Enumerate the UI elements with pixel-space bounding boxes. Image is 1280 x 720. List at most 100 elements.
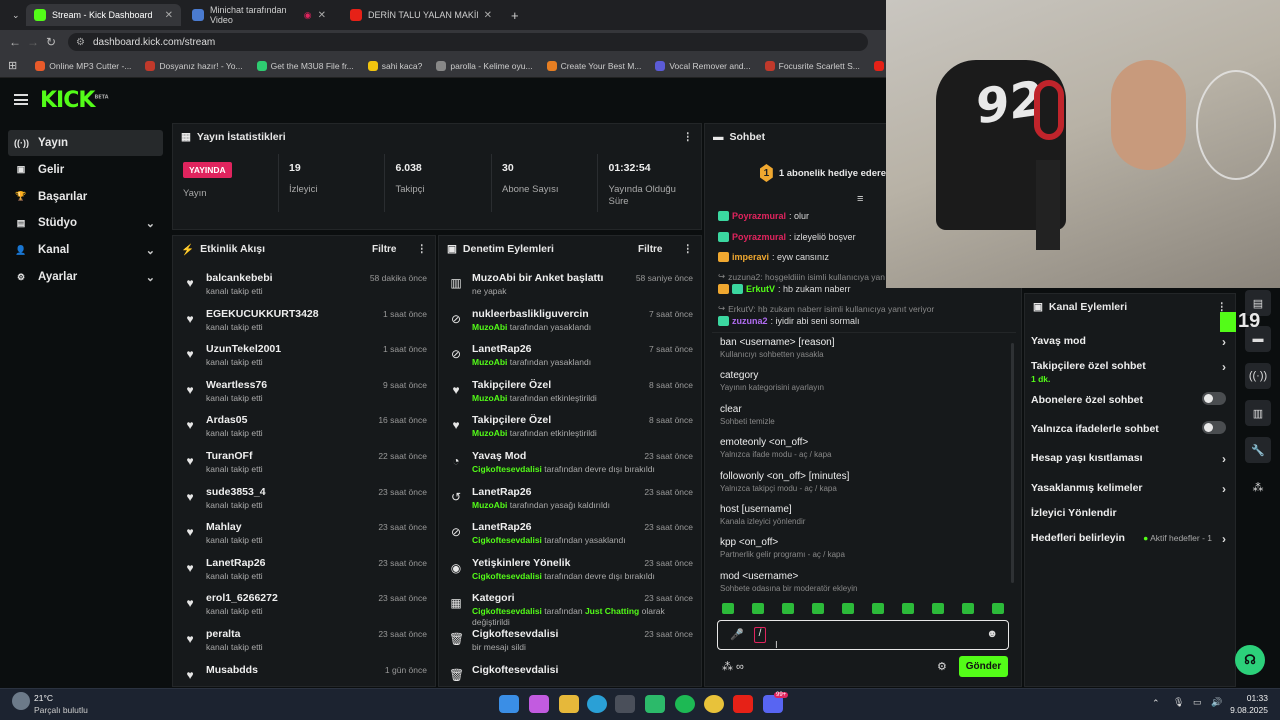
moderation-target[interactable]: LanetRap26: [472, 486, 532, 498]
moderation-target[interactable]: Kategori: [472, 592, 515, 604]
activity-row[interactable]: ♥ erol1_6266272 kanalı takip etti 23 saat ö…: [173, 588, 435, 624]
chat-input[interactable]: 🎤 / ☻: [717, 620, 1009, 650]
activity-row[interactable]: ♥ Ardas05 kanalı takip etti 16 saat önce: [173, 410, 435, 446]
emote-icon[interactable]: [842, 603, 854, 614]
moderator-name[interactable]: Cigkoftesevdalisi: [472, 606, 542, 616]
moderator-name[interactable]: Cigkoftesevdalisi: [472, 535, 542, 545]
chevron-down-icon[interactable]: ⌄: [146, 271, 155, 284]
chat-settings-icon[interactable]: ⚙: [937, 660, 947, 673]
moderation-row[interactable]: ▥ MuzoAbi bir Anket başlattı ne yapak 58 sa…: [439, 268, 701, 304]
browser-tab-youtube[interactable]: DERİN TALU YALAN MAKİNESİ ✕: [342, 4, 500, 26]
activity-row[interactable]: ♥ Mahlay kanalı takip etti 23 saat önce: [173, 517, 435, 553]
edge-icon[interactable]: [587, 695, 607, 713]
toggle-switch[interactable]: [1202, 421, 1226, 434]
moderator-name[interactable]: MuzoAbi: [472, 322, 507, 332]
clock-time[interactable]: 01:33: [1232, 693, 1268, 703]
moderation-target[interactable]: nukleerbaslikliguvercin: [472, 308, 589, 320]
activity-row[interactable]: ♥ TuranOFf kanalı takip etti 22 saat önce: [173, 446, 435, 482]
command-suggestion[interactable]: category Yayının kategorisini ayarlayın: [720, 370, 1010, 392]
emote-icon[interactable]: [782, 603, 794, 614]
moderator-name[interactable]: Cigkoftesevdalisi: [472, 464, 542, 474]
activity-row[interactable]: ♥ sude3853_4 kanalı takip etti 23 saat önce: [173, 482, 435, 518]
activity-row[interactable]: ♥ Musabdds 1 gün önce: [173, 660, 435, 686]
chevron-right-icon[interactable]: ›: [1222, 532, 1226, 546]
moderation-filter-button[interactable]: Filtre: [638, 244, 662, 255]
channel-action-row[interactable]: Takipçilere özel sohbet 1 dk. ›: [1031, 360, 1226, 384]
file-explorer-icon[interactable]: [559, 695, 579, 713]
bookmark-item[interactable]: Get the M3U8 File fr...: [251, 60, 360, 71]
activity-row[interactable]: ♥ peralta kanalı takip etti 23 saat önce: [173, 624, 435, 660]
chat-message[interactable]: ErkutV : hb zukam naberr: [718, 284, 851, 294]
store-icon[interactable]: [615, 695, 635, 713]
sidebar-item-kanal[interactable]: 👤 Kanal ⌄: [8, 237, 163, 263]
activity-username[interactable]: Mahlay: [206, 521, 242, 533]
youtube-icon[interactable]: [733, 695, 753, 713]
activity-username[interactable]: TuranOFf: [206, 450, 252, 462]
moderation-target[interactable]: Cigkoftesevdalisi: [472, 664, 558, 676]
moderation-row[interactable]: ⊘ nukleerbaslikliguvercin MuzoAbi tarafınd…: [439, 304, 701, 340]
rail-layout-button[interactable]: ▥: [1245, 400, 1271, 426]
chat-username[interactable]: zuzuna2: [732, 316, 768, 326]
reload-icon[interactable]: ↻: [42, 35, 60, 49]
back-icon[interactable]: ←: [6, 35, 24, 49]
sidebar-item-ayarlar[interactable]: ⚙ Ayarlar ⌄: [8, 264, 163, 290]
moderation-row[interactable]: ♥ Takipçilere Özel MuzoAbi tarafından etki…: [439, 410, 701, 446]
channel-action-row[interactable]: İzleyici Yönlendir: [1031, 507, 1226, 519]
bookmark-item[interactable]: sahi kaca?: [362, 60, 429, 71]
weather-temp[interactable]: 21°C: [34, 693, 53, 703]
close-icon[interactable]: ✕: [165, 10, 173, 21]
chat-message[interactable]: Poyrazmural: izleyeliö boşver: [718, 231, 856, 242]
channel-action-row[interactable]: Abonelere özel sohbet: [1031, 392, 1226, 406]
activity-username[interactable]: erol1_6266272: [206, 592, 278, 604]
command-suggestion[interactable]: host [username] Kanala izleyici yönlendir: [720, 504, 1010, 526]
pin-collapse-icon[interactable]: ≡: [857, 193, 863, 205]
tray-chevron-icon[interactable]: ⌃: [1152, 698, 1160, 709]
chat-username[interactable]: Poyrazmural: [732, 211, 786, 221]
moderation-row[interactable]: ♥ Takipçilere Özel MuzoAbi tarafından etki…: [439, 375, 701, 411]
activity-row[interactable]: ♥ EGEKUCUKKURT3428 kanalı takip etti 1 saat…: [173, 304, 435, 340]
activity-username[interactable]: Ardas05: [206, 414, 247, 426]
spotify-icon[interactable]: [675, 695, 695, 713]
moderator-name[interactable]: MuzoAbi: [472, 393, 507, 403]
moderation-row[interactable]: 🗑 Cigkoftesevdalisi: [439, 660, 701, 686]
rail-tools-button[interactable]: 🔧: [1245, 437, 1271, 463]
moderator-name[interactable]: MuzoAbi: [472, 500, 507, 510]
chat-input-text[interactable]: /: [754, 627, 766, 643]
activity-row[interactable]: ♥ Weartless76 kanalı takip etti 9 saat önce: [173, 375, 435, 411]
support-button[interactable]: ☊: [1235, 645, 1265, 675]
sidebar-item-stüdyo[interactable]: ▤ Stüdyo ⌄: [8, 210, 163, 236]
command-suggestion[interactable]: emoteonly <on_off> Yalnızca ifade modu - …: [720, 437, 1010, 459]
toggle-switch[interactable]: [1202, 392, 1226, 405]
forward-icon[interactable]: →: [24, 35, 42, 49]
apps-icon[interactable]: ⊞: [8, 59, 17, 72]
moderation-target[interactable]: MuzoAbi bir Anket başlattı: [472, 272, 603, 284]
scrollbar[interactable]: [1011, 343, 1014, 583]
moderation-row[interactable]: ◔ Yavaş Mod Cigkoftesevdalisi tarafından d…: [439, 446, 701, 482]
app-icon[interactable]: [645, 695, 665, 713]
channel-action-row[interactable]: Hesap yaşı kısıtlaması ›: [1031, 452, 1226, 466]
emote-icon[interactable]: [962, 603, 974, 614]
emote-icon[interactable]: [722, 603, 734, 614]
bookmark-item[interactable]: Focusrite Scarlett S...: [759, 60, 866, 71]
chevron-right-icon[interactable]: ›: [1222, 452, 1226, 466]
more-icon[interactable]: ⋮: [683, 131, 694, 143]
activity-username[interactable]: balcankebebi: [206, 272, 273, 284]
emote-icon[interactable]: [812, 603, 824, 614]
activity-filter-button[interactable]: Filtre: [372, 244, 396, 255]
weather-icon[interactable]: [12, 692, 30, 710]
moderation-row[interactable]: ◉ Yetişkinlere Yönelik Cigkoftesevdalisi t…: [439, 553, 701, 589]
moderation-target[interactable]: Yavaş Mod: [472, 450, 526, 462]
close-icon[interactable]: ✕: [484, 10, 492, 21]
moderation-target[interactable]: LanetRap26: [472, 343, 532, 355]
activity-username[interactable]: Weartless76: [206, 379, 267, 391]
chevron-down-icon[interactable]: ⌄: [146, 244, 155, 257]
activity-username[interactable]: Musabdds: [206, 664, 258, 676]
chat-message[interactable]: Poyrazmural: olur: [718, 211, 809, 221]
sidebar-item-gelir[interactable]: ▣ Gelir: [8, 157, 163, 183]
tab-list-button[interactable]: ⌄: [4, 4, 24, 26]
activity-row[interactable]: ♥ UzunTekel2001 kanalı takip etti 1 saat ön…: [173, 339, 435, 375]
emoji-icon[interactable]: ☻: [986, 628, 998, 640]
gift-banner[interactable]: 1 1 abonelik hediye edere: [760, 160, 886, 186]
browser-tab-minichat[interactable]: Minichat tarafından Video ◉ ✕: [184, 4, 334, 26]
chevron-right-icon[interactable]: ›: [1222, 482, 1226, 496]
